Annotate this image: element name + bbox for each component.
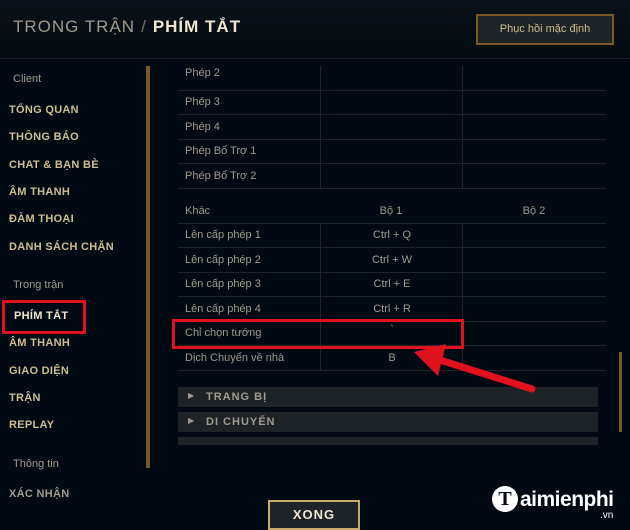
hotkey-bo2-cell[interactable]	[462, 164, 606, 188]
sidebar-section-client: Client	[13, 73, 42, 85]
hotkey-label: Lên cấp phép 4	[185, 303, 261, 315]
sidebar-item-game[interactable]: TRẬN	[9, 392, 41, 404]
sidebar-item-client-sound[interactable]: ÂM THANH	[9, 186, 70, 198]
sidebar-scrollbar[interactable]	[146, 66, 150, 468]
hotkey-bo2-cell[interactable]	[462, 248, 606, 272]
sidebar-section-info: Thông tin	[13, 458, 59, 470]
table-header-row: Khác Bộ 1 Bộ 2	[178, 199, 606, 224]
hotkey-bo1-cell[interactable]	[320, 66, 463, 90]
hotkey-bo2-cell[interactable]	[462, 321, 606, 345]
watermark-logo-letter: T	[492, 486, 518, 512]
hotkey-bo2-cell[interactable]	[462, 139, 606, 163]
sidebar-item-voice[interactable]: ĐÀM THOẠI	[9, 213, 74, 225]
table-row[interactable]: Dịch Chuyển về nhà B	[178, 346, 606, 371]
hotkey-bo2-cell[interactable]	[462, 115, 606, 139]
hotkey-bo1-cell[interactable]: Ctrl + E	[320, 272, 463, 296]
watermark-suffix: .vn	[600, 510, 614, 521]
settings-header: TRONG TRẬN / PHÍM TẮT Phục hồi mặc định	[0, 0, 630, 59]
sidebar-item-notifications[interactable]: THÔNG BÁO	[9, 131, 79, 143]
hotkey-bo1-cell[interactable]	[320, 115, 463, 139]
accordion-items[interactable]: ▶ TRANG BỊ	[178, 387, 598, 407]
triangle-right-icon: ▶	[188, 391, 195, 400]
hotkey-label: Phép Bổ Trợ 2	[185, 170, 257, 182]
column-header-bo1: Bộ 1	[379, 205, 403, 217]
table-row[interactable]: Phép Bổ Trợ 2	[178, 164, 606, 189]
table-row[interactable]: Phép Bổ Trợ 1	[178, 139, 606, 164]
breadcrumb-separator: /	[141, 17, 147, 36]
hotkey-label: Phép 3	[185, 96, 220, 108]
hotkey-bo2-cell[interactable]	[462, 90, 606, 114]
accordion-label: DI CHUYỂN	[206, 416, 276, 428]
hotkey-bo2-cell[interactable]	[462, 272, 606, 296]
column-header-bo2: Bộ 2	[522, 205, 546, 217]
sidebar-item-chat-friends[interactable]: CHAT & BẠN BÈ	[9, 159, 99, 171]
hotkeys-table: Phép 2 Phép 3 Phép 4 Phép Bổ Trợ 1 Phép …	[178, 66, 606, 448]
table-row[interactable]: Lên cấp phép 2 Ctrl + W	[178, 248, 606, 273]
restore-defaults-button[interactable]: Phục hồi mặc định	[476, 14, 614, 45]
sidebar-item-block-list[interactable]: DANH SÁCH CHẶN	[9, 241, 114, 253]
hotkey-label: Phép 4	[185, 121, 220, 133]
section-label-other: Khác	[185, 205, 211, 217]
hotkey-bo1-cell[interactable]: Ctrl + R	[320, 297, 463, 321]
sidebar-section-ingame: Trong trận	[13, 279, 64, 291]
hotkey-bo1-cell[interactable]: Ctrl + W	[320, 248, 463, 272]
table-row[interactable]: Lên cấp phép 1 Ctrl + Q	[178, 223, 606, 248]
hotkey-label: Dịch Chuyển về nhà	[185, 352, 285, 364]
hotkey-bo2-cell[interactable]	[462, 297, 606, 321]
sidebar-item-verify[interactable]: XÁC NHẬN	[9, 488, 69, 500]
hotkey-bo2-cell[interactable]	[462, 346, 606, 370]
sidebar-item-replay[interactable]: REPLAY	[9, 419, 54, 431]
sidebar-item-ingame-sound[interactable]: ÂM THANH	[9, 337, 70, 349]
breadcrumb-current: PHÍM TẮT	[152, 17, 242, 36]
sidebar-item-interface[interactable]: GIAO DIỆN	[9, 365, 69, 377]
hotkey-bo2-cell[interactable]	[462, 66, 606, 90]
settings-sidebar: Client TỔNG QUAN THÔNG BÁO CHAT & BẠN BÈ…	[0, 58, 150, 526]
hotkey-label: Lên cấp phép 3	[185, 278, 261, 290]
hotkey-label: Lên cấp phép 1	[185, 229, 261, 241]
hotkey-bo1-cell[interactable]: Ctrl + Q	[320, 223, 463, 247]
hotkey-bo2-cell[interactable]	[462, 223, 606, 247]
hotkey-bo1-cell[interactable]: B	[320, 346, 463, 370]
hotkey-label: Phép Bổ Trợ 1	[185, 145, 257, 157]
table-row[interactable]: Phép 2	[178, 66, 606, 91]
hotkey-bo1-cell[interactable]	[320, 139, 463, 163]
breadcrumb-parent[interactable]: TRONG TRẬN	[13, 17, 135, 36]
row-highlight-box	[172, 319, 464, 349]
breadcrumb: TRONG TRẬN / PHÍM TẮT	[13, 17, 241, 37]
accordion-movement[interactable]: ▶ DI CHUYỂN	[178, 412, 598, 432]
accordion-label: TRANG BỊ	[206, 391, 268, 403]
table-row[interactable]: Phép 4	[178, 115, 606, 140]
hotkeys-highlight-box	[2, 300, 86, 334]
content-scrollbar[interactable]	[619, 352, 622, 432]
watermark-logo: T aimienphi .vn	[486, 484, 626, 526]
table-row[interactable]: Phép 3	[178, 90, 606, 115]
hotkey-label: Phép 2	[185, 67, 220, 79]
triangle-right-icon: ▶	[188, 416, 195, 425]
accordion-next[interactable]	[178, 437, 598, 445]
hotkey-bo1-cell[interactable]	[320, 90, 463, 114]
hotkey-bo1-cell[interactable]	[320, 164, 463, 188]
sidebar-item-overview[interactable]: TỔNG QUAN	[9, 104, 79, 116]
watermark-text: aimienphi	[520, 488, 614, 511]
table-row[interactable]: Lên cấp phép 3 Ctrl + E	[178, 272, 606, 297]
hotkey-label: Lên cấp phép 2	[185, 254, 261, 266]
